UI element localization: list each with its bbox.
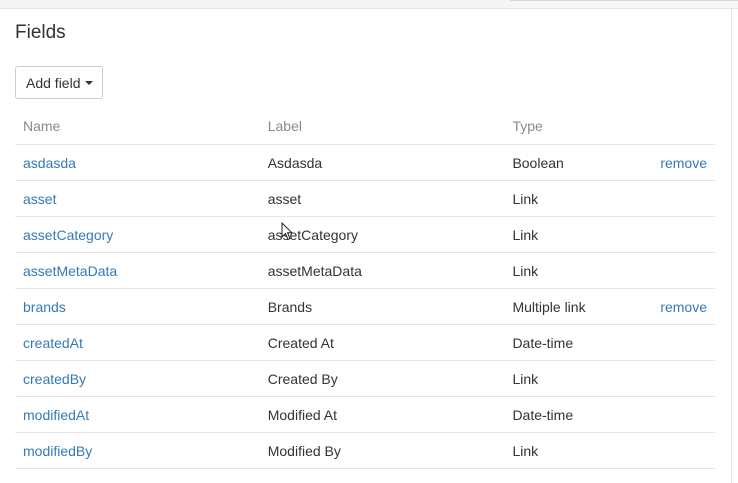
field-label: assetMetaData <box>259 252 505 289</box>
field-type: Link <box>504 252 653 289</box>
fields-panel: Fields Add field Name Label Type asdasda… <box>0 9 732 483</box>
field-type: Link <box>504 216 653 253</box>
field-name-link[interactable]: modifiedAt <box>23 407 89 423</box>
field-name-link[interactable]: createdAt <box>23 335 83 351</box>
table-row: createdAt Created At Date-time <box>15 324 715 361</box>
table-row: assetMetaData assetMetaData Link <box>15 252 715 289</box>
field-name-link[interactable]: assetCategory <box>23 227 113 243</box>
table-row: assetCategory assetCategory Link <box>15 216 715 253</box>
remove-link[interactable]: remove <box>660 299 707 315</box>
field-label: Created At <box>259 324 505 361</box>
field-type: Multiple link <box>504 288 653 325</box>
remove-link[interactable]: remove <box>660 155 707 171</box>
fields-table: Name Label Type asdasda Asdasda Boolean … <box>15 108 715 469</box>
field-name-link[interactable]: brands <box>23 299 66 315</box>
field-label: Created By <box>259 360 505 397</box>
table-row: createdBy Created By Link <box>15 360 715 397</box>
top-bar-divider <box>510 0 738 1</box>
field-type: Link <box>504 180 653 217</box>
field-label: Asdasda <box>259 144 505 181</box>
table-row: modifiedAt Modified At Date-time <box>15 396 715 433</box>
table-row: brands Brands Multiple link remove <box>15 288 715 325</box>
field-label: Modified At <box>259 396 505 433</box>
add-field-button[interactable]: Add field <box>15 66 103 99</box>
field-label: Brands <box>259 288 505 325</box>
caret-down-icon <box>85 80 94 85</box>
top-bar <box>0 0 738 9</box>
field-type: Date-time <box>504 396 653 433</box>
table-row: asdasda Asdasda Boolean remove <box>15 144 715 181</box>
table-header-row: Name Label Type <box>15 108 715 145</box>
field-name-link[interactable]: asset <box>23 191 56 207</box>
field-type: Link <box>504 432 653 469</box>
field-label: asset <box>259 180 505 217</box>
field-label: assetCategory <box>259 216 505 253</box>
column-header-label: Label <box>259 108 505 145</box>
field-type: Link <box>504 360 653 397</box>
table-row: asset asset Link <box>15 180 715 217</box>
field-name-link[interactable]: modifiedBy <box>23 443 92 459</box>
column-header-action <box>652 108 715 145</box>
field-name-link[interactable]: createdBy <box>23 371 86 387</box>
field-type: Date-time <box>504 324 653 361</box>
field-type: Boolean <box>504 144 653 181</box>
add-field-label: Add field <box>26 74 81 91</box>
column-header-name: Name <box>15 108 260 145</box>
column-header-type: Type <box>504 108 653 145</box>
mouse-cursor-icon <box>281 222 293 241</box>
field-name-link[interactable]: asdasda <box>23 155 76 171</box>
page-title: Fields <box>15 22 66 43</box>
field-name-link[interactable]: assetMetaData <box>23 263 117 279</box>
table-row: modifiedBy Modified By Link <box>15 432 715 469</box>
field-label: Modified By <box>259 432 505 469</box>
